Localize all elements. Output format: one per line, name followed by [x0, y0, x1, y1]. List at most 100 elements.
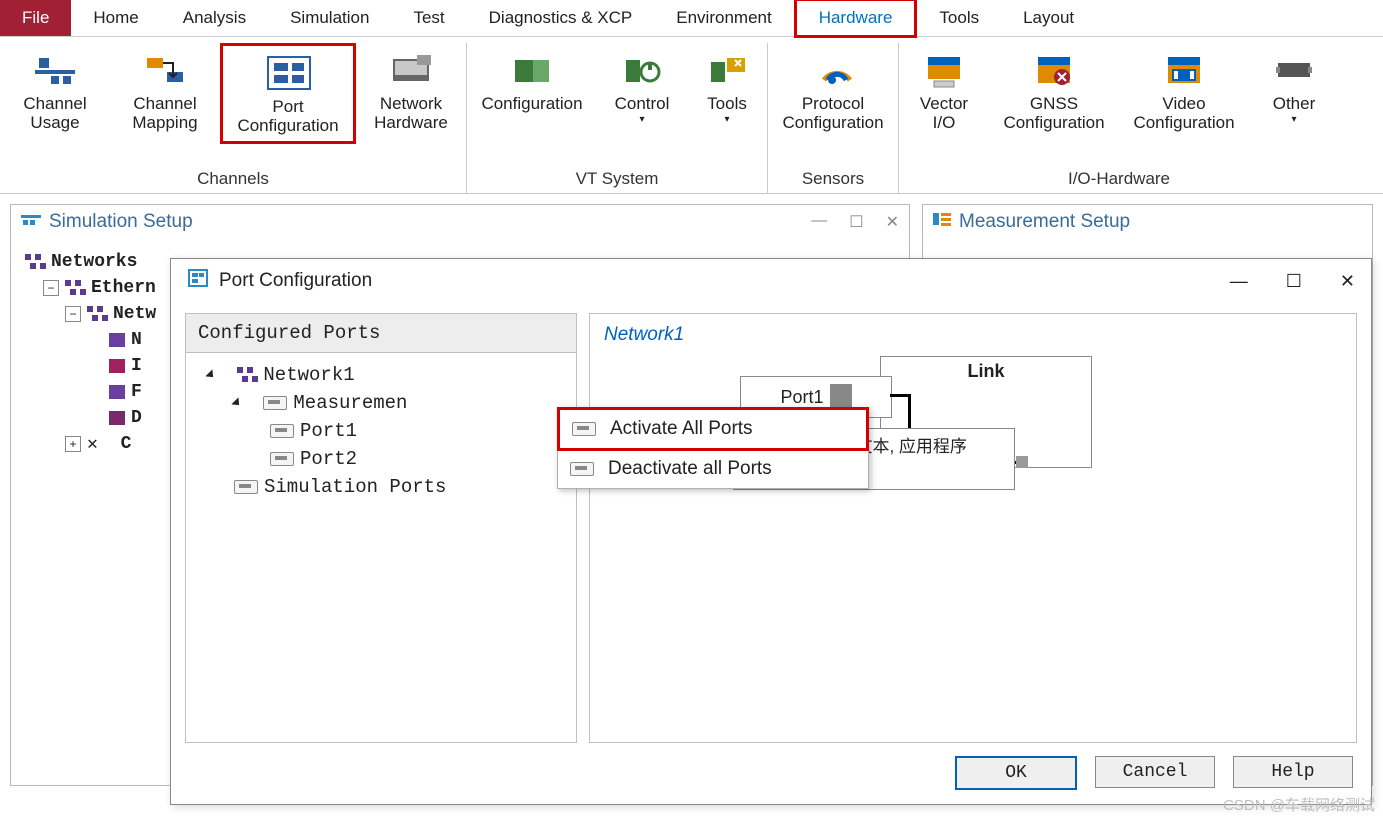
wire-endpoint-icon [1016, 456, 1028, 468]
vt-control-button[interactable]: Control▾ [597, 43, 687, 131]
cancel-button[interactable]: Cancel [1095, 756, 1215, 788]
port-configuration-icon [264, 52, 312, 94]
dialog-maximize-icon[interactable]: ☐ [1286, 271, 1302, 292]
tree-row-port1[interactable]: Port1 [192, 417, 570, 445]
measurement-setup-icon [933, 211, 951, 233]
tree-label: I [131, 356, 142, 376]
expander-icon[interactable]: − [65, 306, 81, 322]
menu-hardware[interactable]: Hardware [794, 0, 918, 38]
port-icon [570, 462, 594, 476]
tree-label: Netw [113, 304, 156, 324]
expander-icon[interactable]: + [65, 436, 81, 452]
tree-label: Networks [51, 252, 137, 272]
expand-icon[interactable] [205, 369, 216, 380]
protocol-configuration-label: Protocol Configuration [782, 95, 883, 132]
network-diagram-pane: Network1 Link Port1 图形用户界面, 文本, 应用程序 描述已… [589, 313, 1357, 743]
expand-icon[interactable] [231, 397, 242, 408]
network-hardware-button[interactable]: Network Hardware [356, 43, 466, 144]
menu-tools[interactable]: Tools [917, 0, 1001, 36]
dialog-title: Port Configuration [219, 270, 372, 292]
vector-io-label: Vector I/O [920, 95, 968, 132]
menu-layout[interactable]: Layout [1001, 0, 1096, 36]
sim-close-icon[interactable]: ✕ [886, 212, 899, 232]
ok-button[interactable]: OK [955, 756, 1077, 790]
tree-label: Port2 [300, 448, 357, 470]
vector-io-icon [920, 49, 968, 91]
network-icon [237, 367, 257, 383]
dialog-close-icon[interactable]: ✕ [1340, 271, 1355, 292]
channel-usage-icon [31, 49, 79, 91]
tree-label: C [121, 434, 132, 454]
interface-icon [109, 359, 125, 373]
dialog-button-row: OK Cancel Help [955, 756, 1353, 790]
menu-diagnostics[interactable]: Diagnostics & XCP [467, 0, 655, 36]
port-icon [572, 422, 596, 436]
menu-item-label: Deactivate all Ports [608, 458, 772, 480]
help-button[interactable]: Help [1233, 756, 1353, 788]
ribbon-group-vt: Configuration Control▾ Tools▾ VT System [467, 43, 768, 193]
channel-mapping-button[interactable]: Channel Mapping [110, 43, 220, 144]
video-configuration-icon [1160, 49, 1208, 91]
measurement-setup-titlebar: Measurement Setup [923, 205, 1372, 239]
other-io-label: Other [1273, 95, 1316, 114]
video-configuration-button[interactable]: Video Configuration [1119, 43, 1249, 138]
gnss-configuration-button[interactable]: GNSS Configuration [989, 43, 1119, 138]
tree-row-measurement-ports[interactable]: Measuremen [192, 389, 570, 417]
gnss-configuration-label: GNSS Configuration [1003, 95, 1104, 132]
tree-label: Network1 [263, 364, 354, 386]
port-configuration-button[interactable]: Port Configuration [220, 43, 356, 144]
ribbon: Channel Usage Channel Mapping Port Confi… [0, 37, 1383, 194]
tree-label: Measuremen [293, 392, 407, 414]
protocol-configuration-button[interactable]: Protocol Configuration [768, 43, 898, 138]
channel-mapping-label: Channel Mapping [132, 95, 197, 132]
tree-label: Port1 [300, 420, 357, 442]
vt-configuration-label: Configuration [481, 95, 582, 114]
other-io-button[interactable]: Other▾ [1249, 43, 1339, 138]
tree-label: N [131, 330, 142, 350]
database-icon [109, 411, 125, 425]
menu-environment[interactable]: Environment [654, 0, 793, 36]
tree-label: Simulation Ports [264, 476, 446, 498]
tree-row-simulation-ports[interactable]: Simulation Ports [192, 473, 570, 501]
sim-minimize-icon[interactable]: — [811, 212, 827, 232]
menu-deactivate-all-ports[interactable]: Deactivate all Ports [558, 450, 868, 488]
dialog-titlebar: Port Configuration — ☐ ✕ [171, 259, 1371, 303]
menu-test[interactable]: Test [391, 0, 466, 36]
port-group-icon [263, 396, 287, 410]
measurement-setup-title: Measurement Setup [959, 211, 1130, 233]
expander-icon[interactable]: − [43, 280, 59, 296]
dialog-minimize-icon[interactable]: — [1230, 271, 1248, 292]
menu-analysis[interactable]: Analysis [161, 0, 268, 36]
configured-ports-tree[interactable]: Configured Ports Network1 Measuremen Por… [185, 313, 577, 743]
group-label-io: I/O-Hardware [1068, 169, 1170, 189]
port-configuration-dialog: Port Configuration — ☐ ✕ Configured Port… [170, 258, 1372, 805]
vt-tools-icon [703, 49, 751, 91]
menu-item-label: Activate All Ports [610, 418, 753, 440]
menu-activate-all-ports[interactable]: Activate All Ports [557, 407, 869, 451]
group-label-sensors: Sensors [802, 169, 864, 189]
menu-simulation[interactable]: Simulation [268, 0, 391, 36]
ribbon-group-channels: Channel Usage Channel Mapping Port Confi… [0, 43, 467, 193]
tree-label: D [131, 408, 142, 428]
tree-label: Ethern [91, 278, 156, 298]
port-group-icon [234, 480, 258, 494]
vt-tools-label: Tools [707, 95, 747, 114]
channel-usage-button[interactable]: Channel Usage [0, 43, 110, 144]
vector-io-button[interactable]: Vector I/O [899, 43, 989, 138]
port1-label: Port1 [780, 387, 823, 408]
vt-control-icon [618, 49, 666, 91]
monitor-icon [109, 333, 125, 347]
frame-icon [109, 385, 125, 399]
wire [890, 394, 910, 397]
tree-label: F [131, 382, 142, 402]
vt-configuration-button[interactable]: Configuration [467, 43, 597, 131]
menu-bar: File Home Analysis Simulation Test Diagn… [0, 0, 1383, 37]
tree-row-network1[interactable]: Network1 [192, 361, 570, 389]
tree-row-port2[interactable]: Port2 [192, 445, 570, 473]
channel-usage-label: Channel Usage [23, 95, 86, 132]
vt-tools-button[interactable]: Tools▾ [687, 43, 767, 131]
sim-maximize-icon[interactable]: ☐ [849, 212, 863, 232]
menu-home[interactable]: Home [71, 0, 160, 36]
menu-file[interactable]: File [0, 0, 71, 36]
ribbon-group-sensors: Protocol Configuration Sensors [768, 43, 899, 193]
